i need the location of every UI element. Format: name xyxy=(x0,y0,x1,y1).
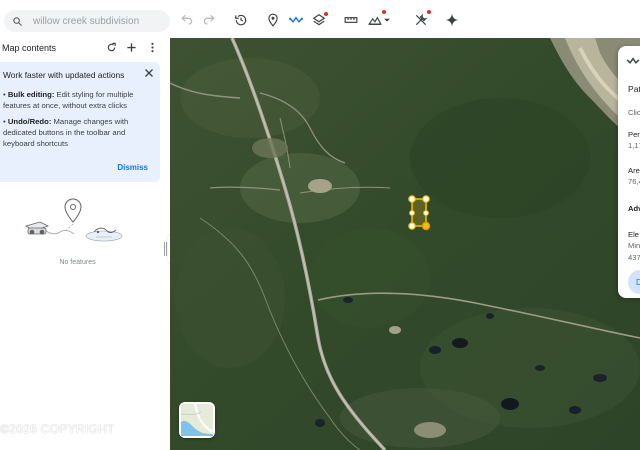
perimeter-value: 1,17 xyxy=(628,141,640,150)
refresh-button[interactable] xyxy=(104,40,118,54)
tools-button[interactable] xyxy=(412,10,431,29)
tools-icon xyxy=(415,13,428,26)
perimeter-label: Per xyxy=(628,130,640,139)
plus-icon xyxy=(126,42,136,52)
copyright-watermark: ©2026 COPYRIGHT xyxy=(0,422,115,436)
terrain-icon xyxy=(368,16,382,25)
redo-button[interactable] xyxy=(200,11,218,29)
caret-down-icon xyxy=(384,18,390,22)
area-value: 76,4 xyxy=(628,177,640,186)
draw-path-button[interactable] xyxy=(287,11,305,29)
map-contents-panel: Map contents Work faster with updated ac… xyxy=(0,38,170,450)
top-toolbar xyxy=(0,0,640,38)
refresh-icon xyxy=(107,42,116,51)
panel-title: Map contents xyxy=(2,43,57,53)
redo-icon xyxy=(203,14,215,25)
tools-notification-dot xyxy=(427,10,431,14)
tip-undo-label: Undo/Redo: xyxy=(7,117,52,126)
undo-button[interactable] xyxy=(178,11,196,29)
card-hint: Clic xyxy=(628,108,640,117)
elevation-value: 437 xyxy=(628,253,640,262)
tip-undo-redo: • Undo/Redo: Manage changes with dedicat… xyxy=(3,117,129,148)
satellite-imagery xyxy=(170,38,640,450)
tips-title: Work faster with updated actions xyxy=(3,70,125,80)
advanced-label[interactable]: Adv xyxy=(628,204,640,213)
map-thumbnail-icon xyxy=(180,403,214,436)
add-content-button[interactable] xyxy=(124,40,138,54)
close-icon[interactable] xyxy=(143,67,155,79)
sparkle-icon xyxy=(445,13,459,27)
card-action-button[interactable]: D xyxy=(628,270,640,294)
measure-button[interactable] xyxy=(342,11,360,29)
basemap-toggle-button[interactable] xyxy=(179,402,215,438)
search-input[interactable] xyxy=(33,15,163,27)
terrain-dropdown[interactable] xyxy=(381,11,393,29)
path-icon xyxy=(626,57,640,64)
tip-bulk-editing: • Bulk editing: Edit styling for multipl… xyxy=(3,90,134,110)
search-box[interactable] xyxy=(4,10,170,32)
placemark-icon xyxy=(268,13,278,27)
area-label: Are xyxy=(628,166,640,175)
search-icon xyxy=(13,16,23,26)
ai-assist-button[interactable] xyxy=(443,11,461,29)
more-options-button[interactable] xyxy=(145,40,159,54)
panel-resize-handle[interactable] xyxy=(164,242,167,256)
history-icon xyxy=(235,14,247,26)
history-button[interactable] xyxy=(232,11,250,29)
elevation-label: Ele xyxy=(628,230,639,239)
add-placemark-button[interactable] xyxy=(264,11,282,29)
ruler-icon xyxy=(344,17,358,23)
satellite-map[interactable] xyxy=(170,38,640,450)
path-details-card: Pat Clic Per 1,17 Are 76,4 Adv Ele Min 4… xyxy=(618,46,640,298)
path-icon xyxy=(289,16,303,23)
more-vert-icon xyxy=(150,42,154,52)
layers-button[interactable] xyxy=(310,11,328,29)
elevation-min-label: Min xyxy=(628,241,640,250)
tip-bulk-label: Bulk editing: xyxy=(7,90,55,99)
tips-card: Work faster with updated actions • Bulk … xyxy=(0,62,160,182)
empty-state-illustration xyxy=(25,198,123,242)
layers-notification-dot xyxy=(324,12,328,16)
undo-icon xyxy=(181,14,193,25)
dismiss-button[interactable]: Dismiss xyxy=(117,163,148,172)
empty-state-text: No features xyxy=(59,259,96,266)
card-title: Pat xyxy=(628,84,640,94)
